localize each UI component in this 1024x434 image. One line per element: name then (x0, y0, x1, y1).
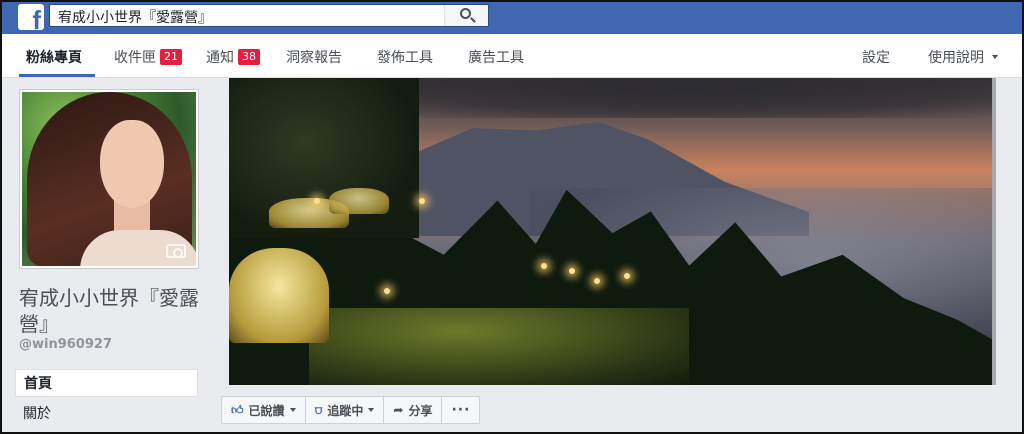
following-button[interactable]: ⩌ 追蹤中 (305, 396, 385, 424)
tab-ad-tools[interactable]: 廣告工具 (468, 47, 524, 67)
cover-light-dot (419, 198, 425, 204)
tab-page[interactable]: 粉絲專頁 (26, 47, 82, 67)
help-menu[interactable]: 使用說明 (928, 47, 998, 67)
tab-notifications[interactable]: 通知 38 (206, 47, 260, 67)
share-button[interactable]: ➦ 分享 (384, 396, 443, 424)
cover-light-dot (314, 198, 320, 204)
profile-photo (22, 92, 196, 266)
profile-picture[interactable] (19, 89, 199, 269)
tab-inbox[interactable]: 收件匣 21 (114, 47, 182, 67)
chevron-down-icon (289, 408, 296, 412)
share-arrow-icon: ➦ (393, 403, 404, 417)
tab-publishing-tools[interactable]: 發佈工具 (377, 47, 433, 67)
notifications-count-badge: 38 (238, 49, 260, 65)
help-label: 使用說明 (928, 50, 984, 66)
cover-light-dot (569, 268, 575, 274)
share-button-label: 分享 (408, 403, 433, 418)
chevron-down-icon (992, 55, 998, 59)
page-username: @win960927 (19, 337, 112, 352)
top-bar: f 宥成小小世界『愛露營』 (2, 2, 1022, 34)
cover-light-dot (594, 278, 600, 284)
cover-tent-shape (229, 248, 329, 343)
more-button[interactable]: ··· (442, 396, 481, 424)
more-icon: ··· (451, 402, 471, 418)
cover-photo[interactable] (229, 78, 996, 385)
cover-grass-shape (309, 308, 689, 385)
photo-face-shape (100, 120, 164, 208)
page-nav: 粉絲專頁 收件匣 21 通知 38 洞察報告 發佈工具 廣告工具 設定 使用說明 (2, 34, 1022, 78)
thumbs-up-icon: 👍︎ (231, 402, 244, 417)
tab-inbox-label: 收件匣 (114, 50, 156, 66)
following-button-label: 追蹤中 (327, 403, 364, 418)
chevron-down-icon (368, 408, 375, 412)
cover-cloud-shape (379, 78, 992, 118)
cover-tent-shape (329, 188, 389, 214)
camera-icon[interactable] (166, 244, 186, 258)
sidebar-item-home[interactable]: 首頁 (15, 369, 198, 397)
search-icon (460, 8, 471, 19)
sidebar-item-about[interactable]: 關於 (15, 400, 198, 428)
browser-frame: f 宥成小小世界『愛露營』 粉絲專頁 收件匣 21 通知 38 洞察報告 發佈工具 … (0, 0, 1024, 434)
cover-light-dot (541, 263, 547, 269)
page-actions: 👍︎ 已說讚 ⩌ 追蹤中 ➦ 分享 ··· (221, 396, 481, 424)
tab-insights[interactable]: 洞察報告 (286, 47, 342, 67)
logo-letter: f (32, 5, 41, 30)
page-title: 宥成小小世界『愛露營』 (19, 286, 199, 336)
active-tab-indicator (19, 74, 95, 77)
search-box[interactable]: 宥成小小世界『愛露營』 (49, 4, 489, 27)
liked-button-label: 已說讚 (248, 403, 285, 418)
inbox-count-badge: 21 (160, 49, 182, 65)
rss-icon: ⩌ (314, 402, 323, 417)
liked-button[interactable]: 👍︎ 已說讚 (221, 396, 306, 424)
facebook-logo-icon[interactable]: f (18, 4, 44, 30)
settings-link[interactable]: 設定 (862, 47, 890, 67)
tab-notifications-label: 通知 (206, 50, 234, 66)
cover-light-dot (624, 273, 630, 279)
search-input[interactable]: 宥成小小世界『愛露營』 (58, 7, 212, 27)
cover-light-dot (384, 288, 390, 294)
search-button[interactable] (444, 5, 488, 26)
